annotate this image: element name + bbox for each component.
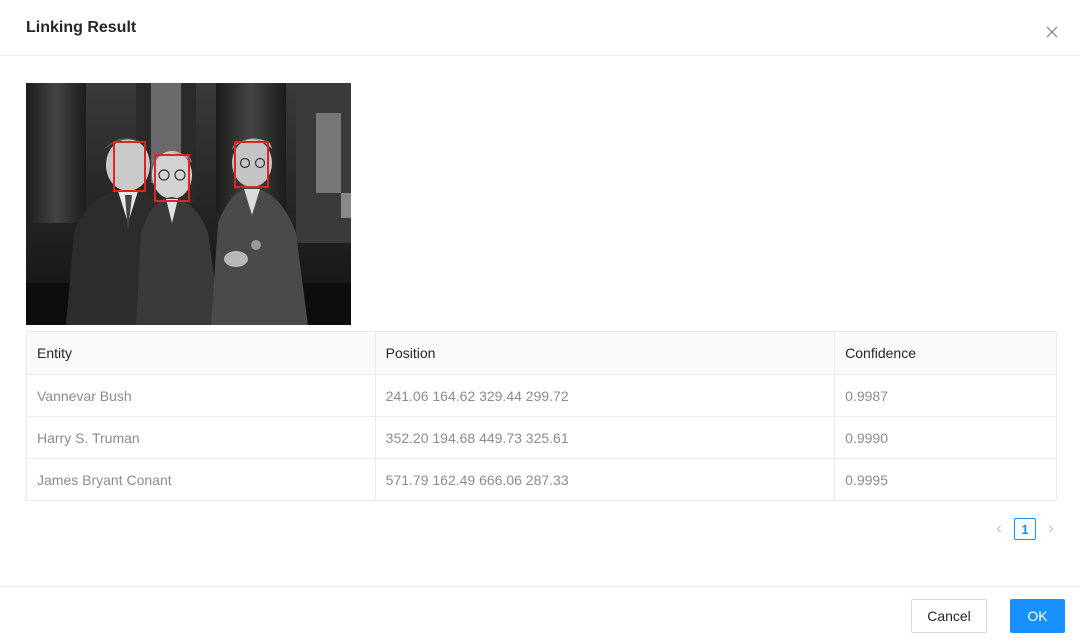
face-box-vannevar-bush xyxy=(113,141,146,192)
chevron-left-icon[interactable]: ‹ xyxy=(992,520,1006,538)
table-row: James Bryant Conant 571.79 162.49 666.06… xyxy=(26,458,1057,501)
dialog-title: Linking Result xyxy=(26,19,137,36)
column-header-position: Position xyxy=(374,331,836,375)
page-number-button[interactable]: 1 xyxy=(1014,518,1036,540)
face-box-james-conant xyxy=(234,141,269,188)
cell-confidence: 0.9995 xyxy=(834,458,1057,501)
linked-photo xyxy=(26,83,351,325)
table-row: Vannevar Bush 241.06 164.62 329.44 299.7… xyxy=(26,374,1057,417)
ok-button[interactable]: OK xyxy=(1010,599,1065,633)
face-box-harry-truman xyxy=(154,154,190,202)
cell-confidence: 0.9987 xyxy=(834,374,1057,417)
cell-position: 571.79 162.49 666.06 287.33 xyxy=(374,458,836,501)
cell-entity: James Bryant Conant xyxy=(26,458,376,501)
dialog-footer: Cancel OK xyxy=(0,586,1080,642)
column-header-entity: Entity xyxy=(26,331,376,375)
cell-position: 241.06 164.62 329.44 299.72 xyxy=(374,374,836,417)
table-header-row: Entity Position Confidence xyxy=(26,331,1057,375)
chevron-right-icon[interactable]: › xyxy=(1044,520,1058,538)
cell-confidence: 0.9990 xyxy=(834,416,1057,459)
cell-position: 352.20 194.68 449.73 325.61 xyxy=(374,416,836,459)
photo-illustration xyxy=(26,83,351,325)
dialog-header: Linking Result xyxy=(0,0,1080,56)
linking-result-dialog: Linking Result Entity Position Confidenc… xyxy=(0,0,1080,642)
pagination: ‹ 1 › xyxy=(992,518,1058,540)
column-header-confidence: Confidence xyxy=(834,331,1057,375)
close-icon[interactable] xyxy=(1042,22,1062,42)
cell-entity: Vannevar Bush xyxy=(26,374,376,417)
cancel-button[interactable]: Cancel xyxy=(911,599,987,633)
table-row: Harry S. Truman 352.20 194.68 449.73 325… xyxy=(26,416,1057,459)
cell-entity: Harry S. Truman xyxy=(26,416,376,459)
results-table: Entity Position Confidence Vannevar Bush… xyxy=(26,331,1057,501)
